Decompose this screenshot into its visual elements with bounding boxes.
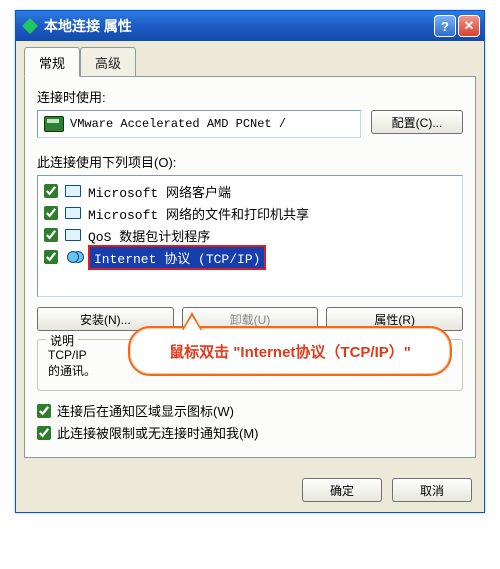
description-legend: 说明 [46,332,78,349]
window-icon [22,18,38,34]
connect-using-label: 连接时使用: [37,87,463,106]
help-button[interactable]: ? [434,15,456,37]
item-checkbox[interactable] [44,184,58,198]
titlebar-buttons: ? ✕ [434,15,480,37]
notify-limited-row[interactable]: 此连接被限制或无连接时通知我(M) [37,423,463,442]
tab-general[interactable]: 常规 [24,47,80,77]
show-icon-row[interactable]: 连接后在通知区域显示图标(W) [37,401,463,420]
notify-limited-label: 此连接被限制或无连接时通知我(M) [57,423,259,442]
list-item[interactable]: Microsoft 网络的文件和打印机共享 [42,202,458,224]
ok-button[interactable]: 确定 [302,478,382,502]
annotation-callout: 鼠标双击 "Internet协议（TCP/IP）" [128,326,452,376]
item-checkbox[interactable] [44,228,58,242]
callout-text: 鼠标双击 "Internet协议（TCP/IP）" [169,341,411,362]
tab-pane-general: 连接时使用: VMware Accelerated AMD PCNet / 配置… [24,76,476,458]
configure-button[interactable]: 配置(C)... [371,110,463,134]
list-item[interactable]: Microsoft 网络客户端 [42,180,458,202]
list-item-tcpip[interactable]: Internet 协议 (TCP/IP) [42,246,458,268]
notify-limited-checkbox[interactable] [37,426,51,440]
item-checkbox[interactable] [44,250,58,264]
fileshare-icon [64,205,82,221]
titlebar[interactable]: 本地连接 属性 ? ✕ [16,11,484,41]
uses-items-label: 此连接使用下列项目(O): [37,152,463,171]
properties-dialog: 本地连接 属性 ? ✕ 常规 高级 连接时使用: VMware Accelera… [15,10,485,513]
dialog-footer: 确定 取消 [16,468,484,512]
components-list[interactable]: Microsoft 网络客户端 Microsoft 网络的文件和打印机共享 Qo… [37,175,463,297]
item-label: QoS 数据包计划程序 [88,226,210,245]
adapter-field[interactable]: VMware Accelerated AMD PCNet / [37,110,361,138]
item-label: Microsoft 网络的文件和打印机共享 [88,204,309,223]
nic-icon [44,116,64,132]
tab-strip: 常规 高级 [24,47,476,77]
item-label-selected: Internet 协议 (TCP/IP) [88,245,266,270]
adapter-name: VMware Accelerated AMD PCNet / [70,117,286,131]
qos-icon [64,227,82,243]
show-icon-checkbox[interactable] [37,404,51,418]
show-icon-label: 连接后在通知区域显示图标(W) [57,401,234,420]
cancel-button[interactable]: 取消 [392,478,472,502]
tab-advanced[interactable]: 高级 [80,47,136,77]
item-label: Microsoft 网络客户端 [88,182,231,201]
client-icon [64,183,82,199]
item-checkbox[interactable] [44,206,58,220]
window-title: 本地连接 属性 [44,16,132,36]
list-item[interactable]: QoS 数据包计划程序 [42,224,458,246]
close-button[interactable]: ✕ [458,15,480,37]
tcpip-icon [64,249,82,265]
